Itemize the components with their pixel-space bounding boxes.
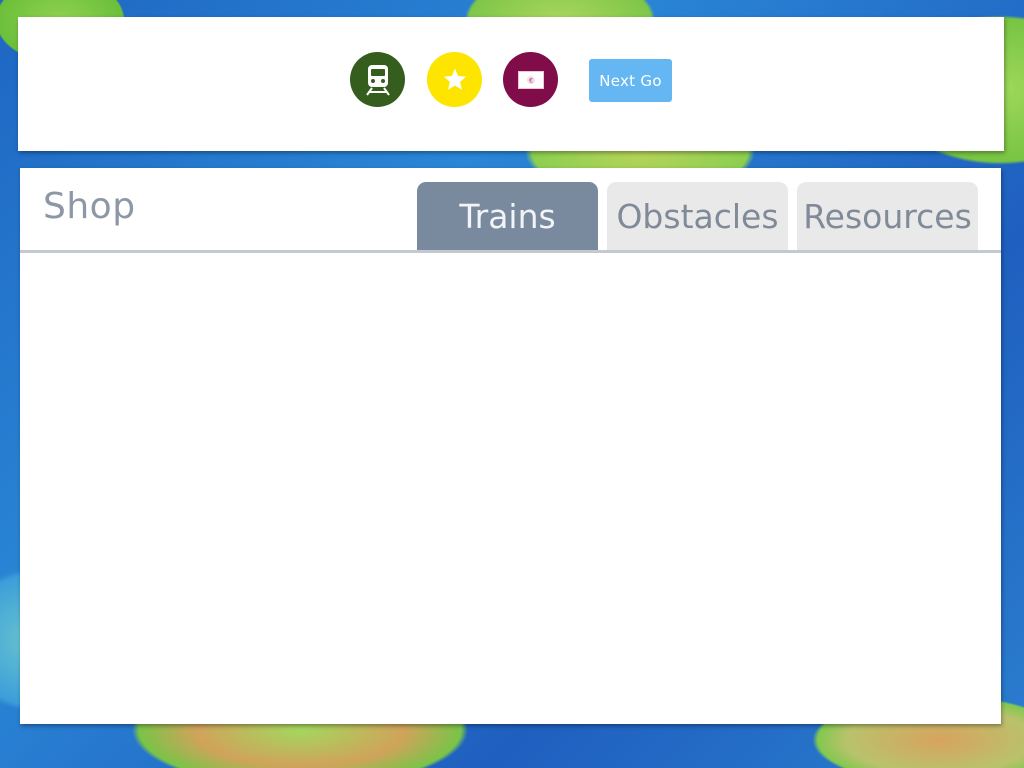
svg-text:€: € [529, 77, 533, 84]
tab-obstacles[interactable]: Obstacles [607, 182, 788, 250]
banknote-icon: € [517, 70, 544, 89]
trains-button[interactable] [350, 52, 405, 107]
top-toolbar: € Next Go [18, 17, 1004, 151]
tab-trains[interactable]: Trains [417, 182, 598, 250]
shop-panel: Shop Trains Obstacles Resources [20, 168, 1001, 724]
shop-content-area [20, 253, 1001, 724]
shop-title: Shop [43, 186, 136, 227]
star-icon [442, 67, 468, 93]
money-button[interactable]: € [503, 52, 558, 107]
score-button[interactable] [427, 52, 482, 107]
tab-resources[interactable]: Resources [797, 182, 978, 250]
train-icon [363, 64, 393, 96]
next-go-button[interactable]: Next Go [589, 59, 672, 102]
